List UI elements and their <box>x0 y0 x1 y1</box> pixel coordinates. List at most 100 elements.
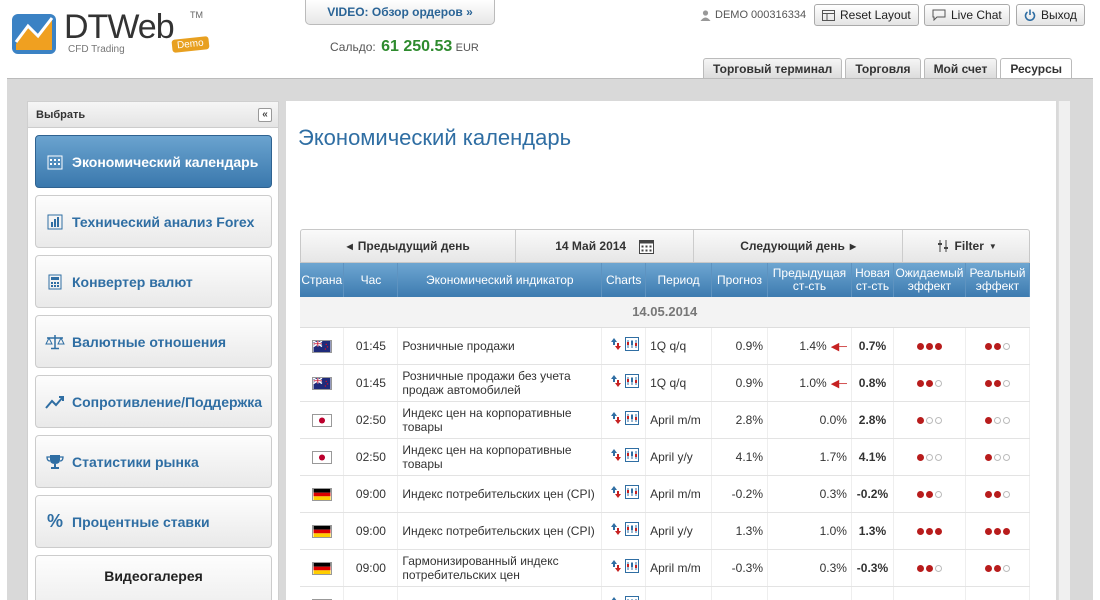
flag-new-zealand-icon <box>311 376 332 390</box>
column-header[interactable]: Предыдущая ст-сть <box>767 263 852 297</box>
table-row[interactable]: 02:50 Индекс цен на корпоративные товары A… <box>300 438 1031 476</box>
country-cell <box>300 438 345 476</box>
country-cell <box>300 512 345 550</box>
chart-arrows-icon[interactable] <box>609 522 623 536</box>
tab-trading-terminal[interactable]: Торговый терминал <box>703 58 843 78</box>
video-button[interactable]: VIDEO: Обзор ордеров » <box>305 0 495 25</box>
logo-subtitle: CFD Trading <box>68 44 125 55</box>
sidebar-item-label: Валютные отношения <box>72 333 227 350</box>
column-header[interactable]: Страна <box>300 263 345 297</box>
sidebar-item-currency-converter[interactable]: Конвертер валют <box>35 255 272 308</box>
candlestick-chart-icon[interactable] <box>624 559 639 573</box>
table-row[interactable]: 02:50 Индекс цен на корпоративные товары A… <box>300 401 1031 439</box>
chart-arrows-icon[interactable] <box>609 374 623 388</box>
table-row[interactable]: 09:00 Индекс потребительских цен (CPI) Apr… <box>300 475 1031 513</box>
previous-cell: 1.7% <box>767 438 852 476</box>
trophy-icon <box>44 454 66 470</box>
chart-arrows-icon[interactable] <box>609 596 623 600</box>
video-gallery[interactable]: Видеогалерея <box>35 555 272 600</box>
expected-effect-dots <box>916 342 942 350</box>
tab-my-account[interactable]: Мой счет <box>923 58 998 78</box>
period-cell: April m/m <box>645 475 713 513</box>
impact-dot <box>1002 490 1010 498</box>
impact-dot <box>916 490 924 498</box>
column-header[interactable]: Реальный эффект <box>965 263 1031 297</box>
previous-day-button[interactable]: ◀ Предыдущий день <box>301 230 517 262</box>
new-value-cell: -0.3% <box>851 549 894 587</box>
tab-trading[interactable]: Торговля <box>845 58 921 78</box>
sidebar-item-currency-relations[interactable]: Валютные отношения <box>35 315 272 368</box>
column-header[interactable]: Прогноз <box>711 263 769 297</box>
period-cell: 1Q q/q <box>645 364 713 402</box>
reset-layout-button[interactable]: Reset Layout <box>814 4 919 26</box>
impact-dot <box>934 527 942 535</box>
candlestick-chart-icon[interactable] <box>624 596 639 600</box>
expected-effect-cell <box>893 401 966 439</box>
candlestick-chart-icon[interactable] <box>624 411 639 425</box>
next-day-button[interactable]: Следующий день ▶ <box>694 230 904 262</box>
charts-icons <box>609 411 639 428</box>
candlestick-chart-icon[interactable] <box>624 522 639 536</box>
forecast-cell <box>711 586 769 600</box>
chart-arrows-icon[interactable] <box>609 485 623 499</box>
indicator-cell: Розничные продажи без учета продаж автом… <box>397 364 603 402</box>
scales-icon <box>44 334 66 350</box>
collapse-icon[interactable]: « <box>258 108 272 122</box>
economic-calendar-table: Страна Час Экономический индикатор Chart… <box>300 263 1031 600</box>
sidebar-item-technical-analysis[interactable]: Технический анализ Forex <box>35 195 272 248</box>
column-header[interactable]: Ожидаемый эффект <box>893 263 966 297</box>
actual-effect-cell <box>965 364 1031 402</box>
scrollbar[interactable] <box>1058 101 1070 600</box>
previous-cell: 0.3% <box>767 475 852 513</box>
filter-button[interactable]: Filter ▼ <box>903 230 1029 262</box>
table-row[interactable]: 09:00 Индекс потребительских цен (CPI) Apr… <box>300 512 1031 550</box>
actual-effect-dots <box>984 416 1010 424</box>
exit-button[interactable]: Выход <box>1016 4 1085 26</box>
live-chat-label: Live Chat <box>951 8 1002 22</box>
live-chat-button[interactable]: Live Chat <box>924 4 1010 26</box>
column-header[interactable]: Час <box>343 263 399 297</box>
table-row[interactable]: 09:00 Гармонизированный индекс потребител… <box>300 549 1031 587</box>
country-cell <box>300 586 345 600</box>
table-row[interactable]: 01:45 Розничные продажи без учета продаж … <box>300 364 1031 402</box>
charts-icons <box>609 522 639 539</box>
table-row[interactable]: 01:45 Розничные продажи 1Q q/q 0.9% 1.4% ◀─ 0.… <box>300 327 1031 365</box>
impact-dot <box>934 453 942 461</box>
chart-arrows-icon[interactable] <box>609 337 623 351</box>
chart-arrows-icon[interactable] <box>609 559 623 573</box>
sidebar-item-support-resistance[interactable]: Сопротивление/Поддержка <box>35 375 272 428</box>
candlestick-chart-icon[interactable] <box>624 337 639 351</box>
expected-effect-dots <box>916 490 942 498</box>
candlestick-chart-icon[interactable] <box>624 374 639 388</box>
expected-effect-dots <box>916 564 942 572</box>
sidebar-item-market-statistics[interactable]: Статистики рынка <box>35 435 272 488</box>
expected-effect-cell <box>893 438 966 476</box>
forecast-cell: -0.2% <box>711 475 769 513</box>
sidebar-item-economic-calendar[interactable]: Экономический календарь <box>35 135 272 188</box>
date-picker[interactable]: 14 Май 2014 <box>516 230 694 262</box>
impact-dot <box>925 527 933 535</box>
table-header-row: Страна Час Экономический индикатор Chart… <box>300 263 1031 297</box>
candlestick-chart-icon[interactable] <box>624 485 639 499</box>
impact-dot <box>934 379 942 387</box>
actual-effect-cell <box>965 475 1031 513</box>
impact-dot <box>925 379 933 387</box>
tab-resources[interactable]: Ресурсы <box>1000 58 1072 79</box>
impact-dot <box>916 416 924 424</box>
chart-arrows-icon[interactable] <box>609 411 623 425</box>
chart-arrows-icon[interactable] <box>609 448 623 462</box>
sidebar-item-interest-rates[interactable]: % Процентные ставки <box>35 495 272 548</box>
impact-dot <box>916 564 924 572</box>
period-cell: April y/y <box>645 438 713 476</box>
actual-effect-cell <box>965 549 1031 587</box>
column-header[interactable]: Новая ст-сть <box>851 263 894 297</box>
impact-dot <box>993 416 1001 424</box>
table-row[interactable]: Гармонизированный индекс <box>300 586 1031 600</box>
main-tabs: Торговый терминал Торговля Мой счет Ресу… <box>703 58 1072 79</box>
column-header[interactable]: Экономический индикатор <box>397 263 603 297</box>
filter-label: Filter <box>954 239 984 253</box>
impact-dot <box>934 416 942 424</box>
candlestick-chart-icon[interactable] <box>624 448 639 462</box>
calendar-icon <box>639 239 655 254</box>
column-header[interactable]: Период <box>645 263 713 297</box>
